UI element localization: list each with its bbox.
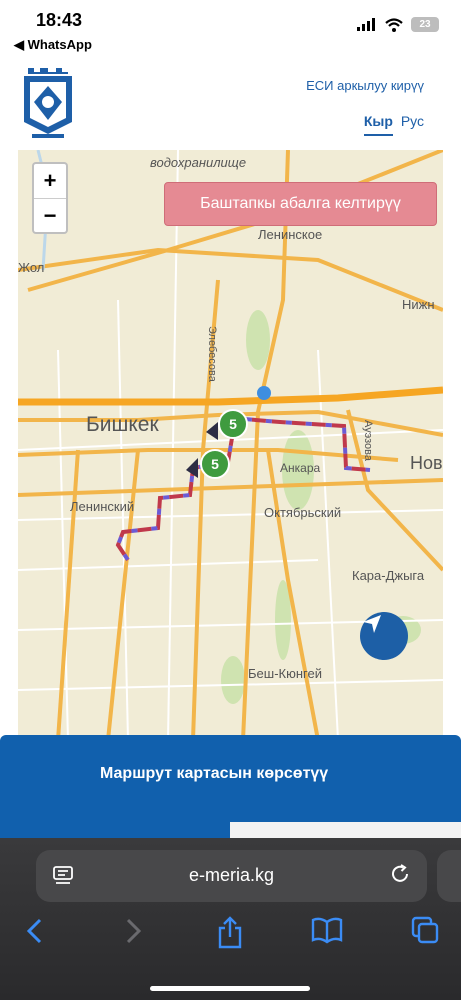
lang-russian[interactable]: Рус xyxy=(401,113,424,129)
wifi-icon xyxy=(385,17,403,32)
tabs-icon[interactable] xyxy=(411,916,439,944)
map-label-besh-kungey: Беш-Кюнгей xyxy=(248,666,322,681)
share-icon[interactable] xyxy=(216,916,244,950)
route-stop-badge[interactable]: 5 xyxy=(218,409,248,439)
map-label-auezova: Ауэзова xyxy=(362,420,374,461)
map-label-reservoir: водохранилище xyxy=(150,155,247,170)
map-label-elebesova: Элебесова xyxy=(206,326,218,382)
map-label-kara-dzhygach: Кара-Джыга xyxy=(352,568,425,583)
reset-view-button[interactable]: Баштапкы абалга келтирүү xyxy=(164,182,437,226)
reload-icon[interactable] xyxy=(389,863,411,885)
map-label-nizh: Нижн xyxy=(402,297,435,312)
url-text: e-meria.kg xyxy=(188,865,275,885)
battery-icon: 23 xyxy=(411,17,439,32)
map-label-zhol: Жол xyxy=(18,260,45,275)
bishkek-city-logo[interactable] xyxy=(20,64,76,140)
lang-kyrgyz[interactable]: Кыр xyxy=(363,113,393,136)
next-tab-preview[interactable] xyxy=(437,850,461,902)
route-map[interactable]: водохранилище Ленинское Жол Нижн Элебесо… xyxy=(18,150,443,740)
esi-login-link[interactable]: ЕСИ аркылуу кирүү xyxy=(306,78,424,93)
forward-icon[interactable] xyxy=(122,916,144,946)
browser-bottom-bar: e-meria.kg xyxy=(0,838,461,1000)
back-to-app-link[interactable]: ◀ WhatsApp xyxy=(14,37,92,53)
back-icon[interactable] xyxy=(24,916,46,946)
map-label-oktyabrsky: Октябрьский xyxy=(264,505,342,520)
route-stop-badge[interactable]: 5 xyxy=(200,449,230,479)
zoom-in-button[interactable]: + xyxy=(34,164,66,198)
home-indicator xyxy=(150,986,310,991)
zoom-out-button[interactable]: − xyxy=(34,198,66,232)
site-header: ЕСИ аркылуу кирүү Кыр Рус xyxy=(0,58,461,150)
language-switcher: Кыр Рус xyxy=(363,113,424,136)
map-label-ankara: Анкара xyxy=(280,461,321,475)
zoom-control: + − xyxy=(32,162,68,234)
navigation-arrow-icon xyxy=(363,615,381,633)
status-bar: 18:43 ◀ WhatsApp 23 xyxy=(0,0,461,58)
cellular-signal-icon xyxy=(357,18,375,31)
system-icons: 23 xyxy=(357,17,439,32)
status-time: 18:43 xyxy=(36,10,83,30)
map-label-novo: Нов xyxy=(410,453,443,473)
map-label-bishkek: Бишкек xyxy=(86,413,159,436)
map-label-leninskoe: Ленинское xyxy=(258,227,323,242)
bookmarks-icon[interactable] xyxy=(311,916,343,944)
address-bar[interactable]: e-meria.kg xyxy=(36,850,427,902)
banner-title: Маршрут картасын көрсөтүү xyxy=(100,765,329,782)
locate-me-button[interactable] xyxy=(360,612,408,660)
browser-toolbar xyxy=(0,916,461,956)
map-label-leninsky: Ленинский xyxy=(70,499,135,514)
